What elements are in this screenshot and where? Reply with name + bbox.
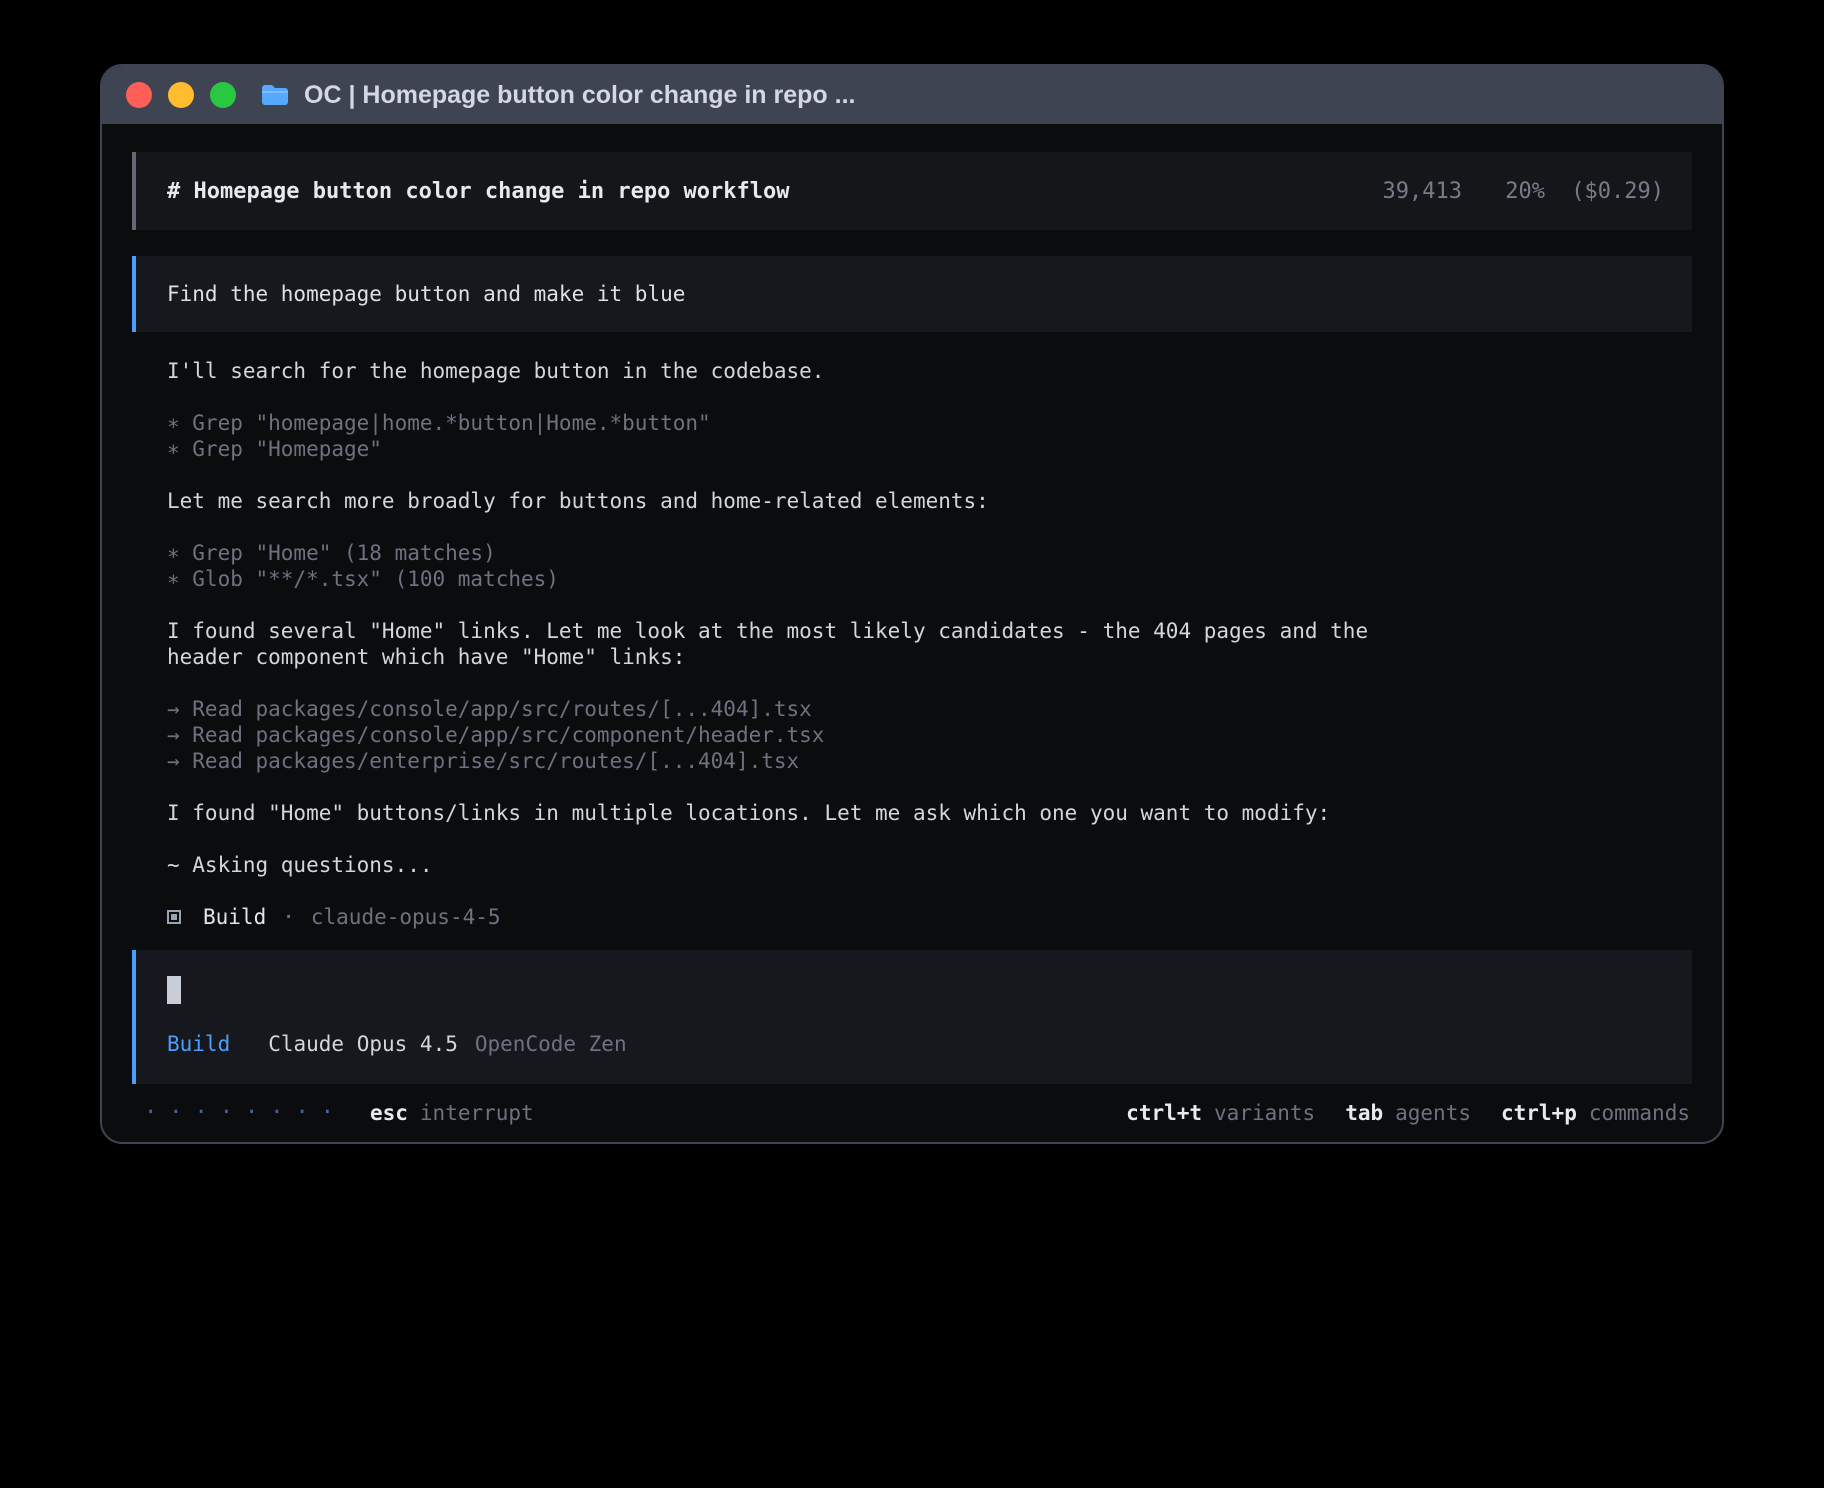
keybind-label: agents: [1395, 1101, 1471, 1125]
esc-key-hint: esc: [370, 1101, 408, 1125]
agent-separator: ·: [282, 904, 295, 930]
tool-call-grep: ∗ Grep "Home" (18 matches): [167, 540, 1692, 566]
agent-status-row: Build · claude-opus-4-5: [167, 904, 1692, 930]
keybind-hint-commands: ctrl+p commands: [1501, 1101, 1690, 1125]
close-button[interactable]: [126, 82, 152, 108]
model-label[interactable]: Claude Opus 4.5: [268, 1032, 458, 1056]
terminal-window: OC | Homepage button color change in rep…: [100, 64, 1724, 1144]
spinner-dots: ········: [144, 1100, 346, 1125]
user-message-text: Find the homepage button and make it blu…: [167, 282, 685, 306]
token-count: 39,413: [1383, 179, 1462, 204]
status-line: ~ Asking questions...: [167, 852, 1692, 878]
status-bar: ········ esc interrupt ctrl+t variants t…: [132, 1100, 1692, 1125]
keybind-hint-variants: ctrl+t variants: [1126, 1101, 1315, 1125]
tool-call-read: → Read packages/console/app/src/routes/[…: [167, 696, 1692, 722]
titlebar[interactable]: OC | Homepage button color change in rep…: [102, 66, 1722, 124]
assistant-text: I'll search for the homepage button in t…: [167, 358, 1692, 384]
assistant-text-line: I found several "Home" links. Let me loo…: [167, 618, 1692, 644]
tool-call-glob: ∗ Glob "**/*.tsx" (100 matches): [167, 566, 1692, 592]
text-cursor: [167, 976, 181, 1004]
status-bar-right: ctrl+t variants tab agents ctrl+p comman…: [1096, 1101, 1690, 1125]
tool-call-grep: ∗ Grep "homepage|home.*button|Home.*butt…: [167, 410, 1692, 436]
session-cost: ($0.29): [1571, 179, 1664, 204]
session-title: # Homepage button color change in repo w…: [167, 179, 790, 204]
tool-call-read: → Read packages/console/app/src/componen…: [167, 722, 1692, 748]
folder-icon: [260, 83, 290, 107]
window-title: OC | Homepage button color change in rep…: [304, 81, 855, 110]
tool-call-group: ∗ Grep "homepage|home.*button|Home.*butt…: [167, 410, 1692, 462]
keybind-label: variants: [1214, 1101, 1315, 1125]
minimize-button[interactable]: [168, 82, 194, 108]
terminal-content: # Homepage button color change in repo w…: [102, 124, 1722, 1142]
keybind-key: ctrl+p: [1501, 1101, 1577, 1125]
tool-call-group: → Read packages/console/app/src/routes/[…: [167, 696, 1692, 774]
tool-call-group: ∗ Grep "Home" (18 matches) ∗ Glob "**/*.…: [167, 540, 1692, 592]
keybind-key: ctrl+t: [1126, 1101, 1202, 1125]
assistant-text-line: header component which have "Home" links…: [167, 644, 1692, 670]
session-stats: 39,413 20% ($0.29): [1383, 179, 1664, 204]
prompt-input[interactable]: Build Claude Opus 4.5 OpenCode Zen: [132, 950, 1692, 1084]
status-bar-left: ········ esc interrupt: [144, 1100, 534, 1125]
zoom-button[interactable]: [210, 82, 236, 108]
mode-label[interactable]: Build: [167, 1032, 230, 1056]
assistant-text: Let me search more broadly for buttons a…: [167, 488, 1692, 514]
context-percent: 20%: [1505, 179, 1545, 204]
assistant-text: I found "Home" buttons/links in multiple…: [167, 800, 1692, 826]
user-message: Find the homepage button and make it blu…: [132, 256, 1692, 332]
tool-call-read: → Read packages/enterprise/src/routes/[.…: [167, 748, 1692, 774]
tool-call-grep: ∗ Grep "Homepage": [167, 436, 1692, 462]
assistant-transcript: I'll search for the homepage button in t…: [132, 358, 1692, 930]
agent-icon: [167, 910, 181, 924]
model-row: Build Claude Opus 4.5 OpenCode Zen: [167, 1032, 1662, 1056]
traffic-lights: [126, 82, 236, 108]
agent-model: claude-opus-4-5: [311, 904, 501, 930]
assistant-text: I found several "Home" links. Let me loo…: [167, 618, 1692, 670]
keybind-hint-agents: tab agents: [1345, 1101, 1471, 1125]
provider-label: OpenCode Zen: [475, 1032, 627, 1056]
keybind-label: commands: [1589, 1101, 1690, 1125]
esc-key-label: interrupt: [420, 1101, 534, 1125]
session-header: # Homepage button color change in repo w…: [132, 152, 1692, 230]
agent-name: Build: [203, 904, 266, 930]
keybind-key: tab: [1345, 1101, 1383, 1125]
